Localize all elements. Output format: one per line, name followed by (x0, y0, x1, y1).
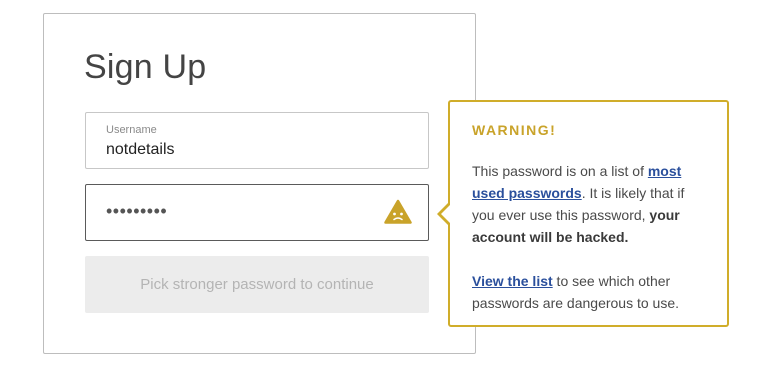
warning-text-1: This password is on a list of (472, 163, 648, 179)
page-title: Sign Up (84, 48, 207, 86)
warning-message: This password is on a list of most used … (472, 160, 705, 248)
password-value[interactable]: ••••••••• (106, 201, 167, 222)
page: Sign Up Username notdetails ••••••••• Pi… (0, 0, 774, 367)
username-value[interactable]: notdetails (106, 141, 175, 159)
warning-face-icon (384, 199, 412, 224)
username-label: Username (106, 124, 157, 136)
password-field[interactable]: ••••••••• (85, 184, 429, 241)
submit-button[interactable]: Pick stronger password to continue (85, 256, 429, 313)
signup-card: Sign Up Username notdetails ••••••••• Pi… (43, 13, 476, 354)
tooltip-arrow-fill (441, 204, 451, 224)
username-field[interactable]: Username notdetails (85, 112, 429, 169)
warning-list-message: View the list to see which other passwor… (472, 270, 705, 314)
view-list-link[interactable]: View the list (472, 273, 553, 289)
warning-heading: WARNING! (472, 122, 557, 138)
password-warning-tooltip: WARNING! This password is on a list of m… (437, 100, 729, 327)
